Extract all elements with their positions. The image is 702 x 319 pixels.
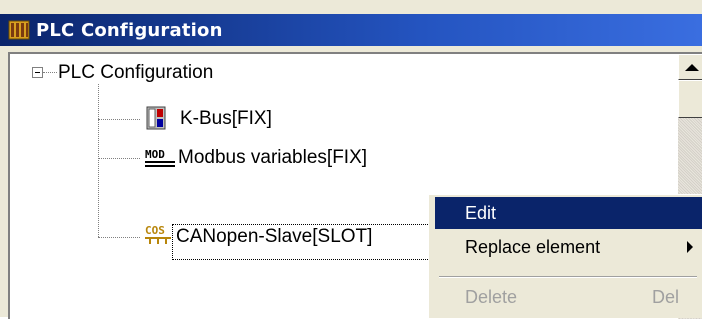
tree-item-label[interactable]: Modbus variables[FIX] [178,147,367,169]
title-bar[interactable]: PLC Configuration [0,14,702,46]
tree-connector [98,119,140,120]
submenu-arrow-icon [687,241,693,253]
svg-text:MOD: MOD [145,148,165,161]
menu-item-shortcut: Del [651,286,679,307]
canopen-cos-icon: COS [145,224,171,244]
tree-connector [98,158,140,159]
kbus-module-icon [146,106,166,130]
menu-item-replace-element[interactable]: Replace element [435,231,702,263]
menu-item-delete[interactable]: Delete Del [435,281,702,313]
menu-item-label: Replace element [465,236,601,257]
collapse-toggle-icon[interactable] [32,67,43,78]
context-menu: Edit Replace element Delete Del [428,194,702,318]
plc-configuration-window: PLC Configuration PLC Configuration K-Bu… [0,0,702,319]
tree-connector [98,84,99,237]
menu-separator [439,276,697,278]
menu-item-label: Delete [465,286,518,307]
scroll-thumb[interactable] [678,80,702,118]
tree-item-label[interactable]: K-Bus[FIX] [180,108,272,130]
menu-item-label: Edit [465,202,497,223]
tree-connector [98,237,140,238]
arrow-up-icon [685,64,699,71]
menu-item-edit[interactable]: Edit [435,197,702,229]
svg-text:COS: COS [145,224,165,237]
tree-item-label-selected[interactable]: CANopen-Slave[SLOT] [176,226,372,248]
window-title: PLC Configuration [36,19,223,41]
plc-config-icon [8,20,30,40]
tree-root-label[interactable]: PLC Configuration [58,62,213,84]
scroll-up-button[interactable] [678,54,702,80]
modbus-icon: MOD [145,148,175,167]
tree-connector [43,72,57,73]
